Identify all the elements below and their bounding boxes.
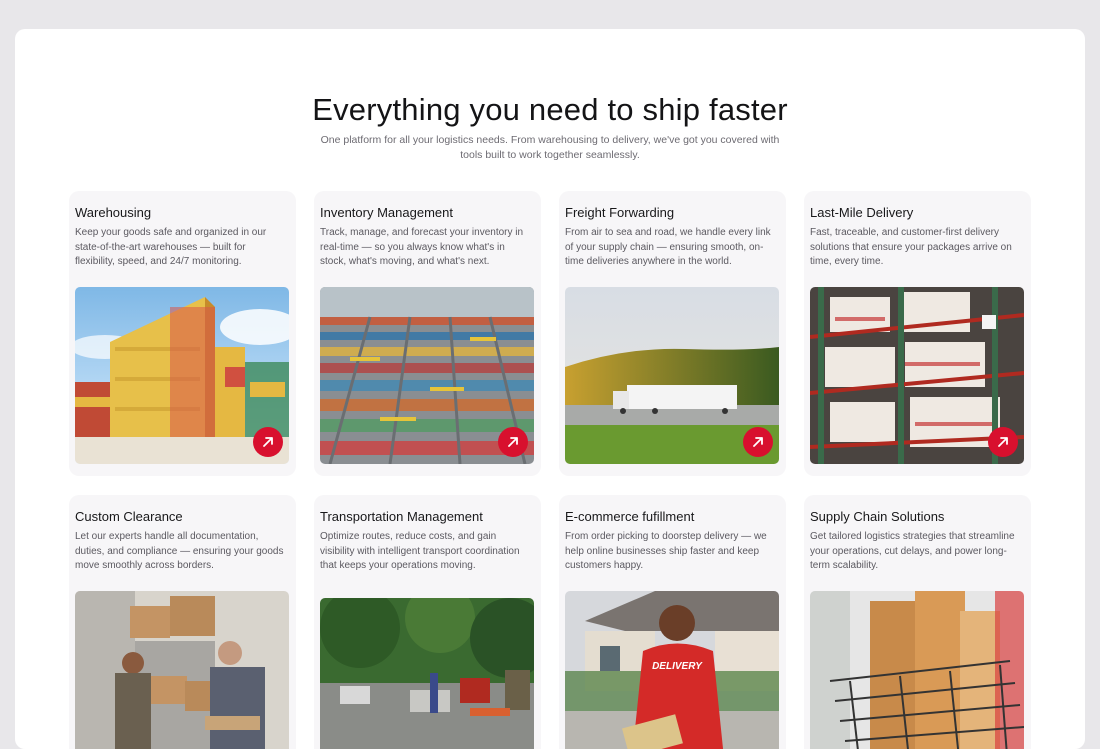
truck-on-road-photo [565, 287, 779, 464]
workers-with-boxes-photo [75, 591, 289, 749]
arrow-up-right-icon[interactable] [253, 427, 283, 457]
service-card-ecommerce-fulfillment[interactable]: E-commerce fufillment From order picking… [559, 495, 786, 749]
card-title: Freight Forwarding [565, 205, 675, 220]
card-description: From order picking to doorstep delivery … [565, 531, 767, 572]
card-description: Fast, traceable, and customer-first deli… [810, 227, 1012, 268]
service-card-warehousing[interactable]: Warehousing Keep your goods safe and org… [69, 191, 296, 476]
card-description: Optimize routes, reduce costs, and gain … [320, 531, 520, 572]
arrow-up-right-icon[interactable] [988, 427, 1018, 457]
card-description: Track, manage, and forecast your invento… [320, 227, 524, 268]
service-card-inventory-management[interactable]: Inventory Management Track, manage, and … [314, 191, 541, 476]
card-description: From air to sea and road, we handle ever… [565, 227, 771, 268]
page-title: Everything you need to ship faster [312, 92, 788, 127]
warehouse-shelves-photo [810, 287, 1024, 464]
delivery-person-photo: DELIVERY [565, 591, 779, 749]
card-description: Let our experts handle all documentation… [75, 531, 284, 572]
card-title: Supply Chain Solutions [810, 509, 945, 524]
service-card-transportation-management[interactable]: Transportation Management Optimize route… [314, 495, 541, 749]
service-card-supply-chain-solutions[interactable]: Supply Chain Solutions Get tailored logi… [804, 495, 1031, 749]
card-title: Custom Clearance [75, 509, 183, 524]
service-card-freight-forwarding[interactable]: Freight Forwarding From air to sea and r… [559, 191, 786, 476]
delivery-shirt-text: DELIVERY [652, 661, 703, 672]
page-subtitle: One platform for all your logistics need… [320, 134, 780, 161]
service-card-custom-clearance[interactable]: Custom Clearance Let our experts handle … [69, 495, 296, 749]
card-title: Inventory Management [320, 205, 453, 220]
card-description: Get tailored logistics strategies that s… [810, 531, 1015, 572]
service-card-last-mile-delivery[interactable]: Last-Mile Delivery Fast, traceable, and … [804, 191, 1031, 476]
shipping-containers-photo [75, 287, 289, 464]
container-port-aerial-photo [320, 287, 534, 464]
arrow-up-right-icon[interactable] [498, 427, 528, 457]
card-description: Keep your goods safe and organized in ou… [75, 227, 267, 268]
street-traffic-photo [320, 598, 534, 749]
arrow-up-right-icon[interactable] [743, 427, 773, 457]
services-panel: Everything you need to ship faster One p… [15, 29, 1085, 749]
card-title: Last-Mile Delivery [810, 205, 914, 220]
card-title: E-commerce fufillment [565, 509, 695, 524]
parcels-in-basket-photo [810, 591, 1024, 749]
card-title: Transportation Management [320, 509, 483, 524]
card-title: Warehousing [75, 205, 152, 220]
